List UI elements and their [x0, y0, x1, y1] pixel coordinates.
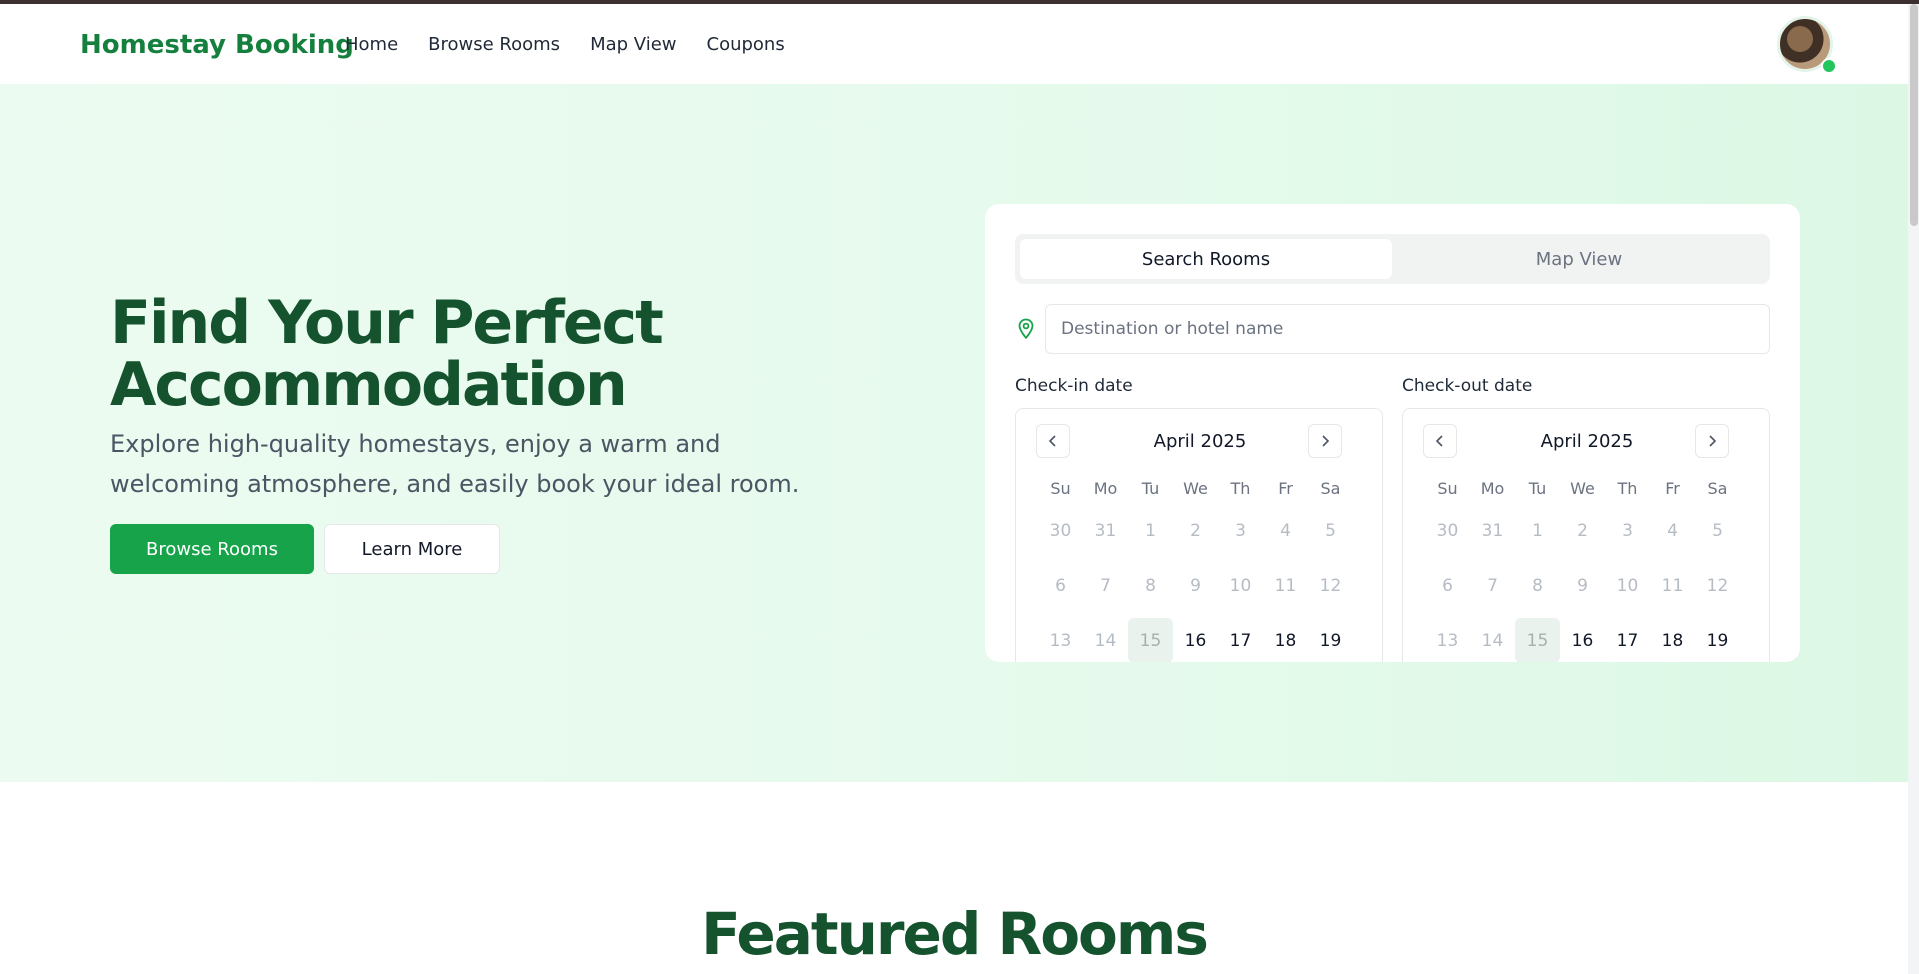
weekday-label: Tu — [1528, 478, 1547, 498]
featured-rooms-heading: Featured Rooms — [701, 900, 1209, 968]
weekday-label: We — [1570, 478, 1595, 498]
checkin-day-grid: Su Mo Tu We Th Fr Sa 30 31 1 2 3 4 5 6 7 8 9 10 11 12 13 14 15 1… — [1038, 473, 1353, 662]
nav-link-map-view[interactable]: Map View — [590, 34, 676, 55]
weekday-label: We — [1183, 478, 1208, 498]
calendar-day: 7 — [1100, 575, 1111, 596]
calendar-day-number: 15 — [1128, 618, 1173, 662]
weekday-label: Mo — [1093, 478, 1118, 498]
tab-search-rooms[interactable]: Search Rooms — [1020, 239, 1392, 279]
calendar-day: 9 — [1577, 575, 1588, 596]
calendar-day: 1 — [1145, 520, 1156, 541]
calendar-day: 2 — [1577, 520, 1588, 541]
calendar-day[interactable]: 19 — [1308, 613, 1353, 662]
calendar-day: 4 — [1280, 520, 1291, 541]
calendar-day-today: 15 — [1128, 613, 1173, 662]
online-status-dot — [1821, 58, 1837, 74]
weekday-label: Mo — [1480, 478, 1505, 498]
calendar-day: 8 — [1145, 575, 1156, 596]
checkout-next-month-button[interactable] — [1695, 424, 1729, 458]
checkin-calendar: April 2025 Su Mo Tu We Th Fr Sa 30 31 1 2 3 4 5 6 7 8 9 10… — [1015, 408, 1383, 662]
calendar-day: 3 — [1235, 520, 1246, 541]
brand-logo[interactable]: Homestay Booking — [80, 30, 354, 60]
checkin-next-month-button[interactable] — [1308, 424, 1342, 458]
calendar-day: 30 — [1436, 520, 1459, 541]
calendar-day: 31 — [1094, 520, 1117, 541]
calendar-day-number: 15 — [1515, 618, 1560, 662]
tab-map-view[interactable]: Map View — [1393, 239, 1765, 279]
calendar-day: 3 — [1622, 520, 1633, 541]
browse-rooms-button[interactable]: Browse Rooms — [110, 524, 314, 574]
calendar-day: 14 — [1094, 630, 1117, 651]
calendar-day: 4 — [1667, 520, 1678, 541]
calendar-day: 6 — [1055, 575, 1066, 596]
calendar-day[interactable]: 18 — [1650, 613, 1695, 662]
calendar-day: 12 — [1706, 575, 1729, 596]
search-card: Search Rooms Map View Check-in date Chec… — [985, 204, 1800, 662]
weekday-label: Sa — [1707, 478, 1728, 498]
calendar-day: 1 — [1532, 520, 1543, 541]
weekday-label: Th — [1617, 478, 1638, 498]
weekday-label: Tu — [1141, 478, 1160, 498]
weekday-label: Fr — [1665, 478, 1680, 498]
calendar-day[interactable]: 17 — [1218, 613, 1263, 662]
calendar-day: 11 — [1274, 575, 1297, 596]
page-scrollbar-thumb[interactable] — [1910, 4, 1918, 226]
nav-link-home[interactable]: Home — [345, 34, 398, 55]
checkout-calendar: April 2025 Su Mo Tu We Th Fr Sa 30 31 1 2 3 4 5 6 7 8 9 10… — [1402, 408, 1770, 662]
calendar-day[interactable]: 18 — [1263, 613, 1308, 662]
checkout-label: Check-out date — [1402, 376, 1533, 396]
calendar-day: 8 — [1532, 575, 1543, 596]
calendar-day[interactable]: 16 — [1560, 613, 1605, 662]
calendar-day[interactable]: 19 — [1695, 613, 1740, 662]
hero-subtitle: Explore high-quality homestays, enjoy a … — [110, 430, 800, 498]
calendar-day: 14 — [1481, 630, 1504, 651]
calendar-day: 5 — [1325, 520, 1336, 541]
checkin-label: Check-in date — [1015, 376, 1133, 396]
calendar-day: 10 — [1616, 575, 1639, 596]
checkout-day-grid: Su Mo Tu We Th Fr Sa 30 31 1 2 3 4 5 6 7 8 9 10 11 12 13 14 15 1… — [1425, 473, 1740, 662]
search-tabs: Search Rooms Map View — [1015, 234, 1770, 284]
calendar-day[interactable]: 16 — [1173, 613, 1218, 662]
calendar-day: 10 — [1229, 575, 1252, 596]
calendar-day: 13 — [1436, 630, 1459, 651]
nav-links: Home Browse Rooms Map View Coupons — [345, 34, 785, 55]
chevron-right-icon — [1322, 435, 1330, 447]
nav-link-browse-rooms[interactable]: Browse Rooms — [428, 34, 560, 55]
learn-more-button[interactable]: Learn More — [324, 524, 500, 574]
calendar-day: 13 — [1049, 630, 1072, 651]
weekday-label: Fr — [1278, 478, 1293, 498]
hero-title-line-1: Find Your Perfect — [110, 288, 664, 358]
top-navigation: Homestay Booking Home Browse Rooms Map V… — [0, 4, 1908, 84]
calendar-day: 11 — [1661, 575, 1684, 596]
calendar-day: 2 — [1190, 520, 1201, 541]
calendar-day: 12 — [1319, 575, 1342, 596]
weekday-label: Sa — [1320, 478, 1341, 498]
calendar-day[interactable]: 17 — [1605, 613, 1650, 662]
calendar-day: 7 — [1487, 575, 1498, 596]
weekday-label: Th — [1230, 478, 1251, 498]
hero-title: Find Your Perfect Accommodation — [110, 292, 810, 416]
calendar-day: 30 — [1049, 520, 1072, 541]
calendar-day: 31 — [1481, 520, 1504, 541]
location-pin-icon — [1018, 318, 1034, 340]
weekday-label: Su — [1437, 478, 1458, 498]
chevron-right-icon — [1709, 435, 1717, 447]
calendar-day: 9 — [1190, 575, 1201, 596]
hero-title-line-2: Accommodation — [110, 350, 628, 420]
nav-link-coupons[interactable]: Coupons — [707, 34, 785, 55]
calendar-day: 5 — [1712, 520, 1723, 541]
calendar-day: 6 — [1442, 575, 1453, 596]
calendar-day-today: 15 — [1515, 613, 1560, 662]
destination-input[interactable] — [1045, 304, 1770, 354]
weekday-label: Su — [1050, 478, 1071, 498]
